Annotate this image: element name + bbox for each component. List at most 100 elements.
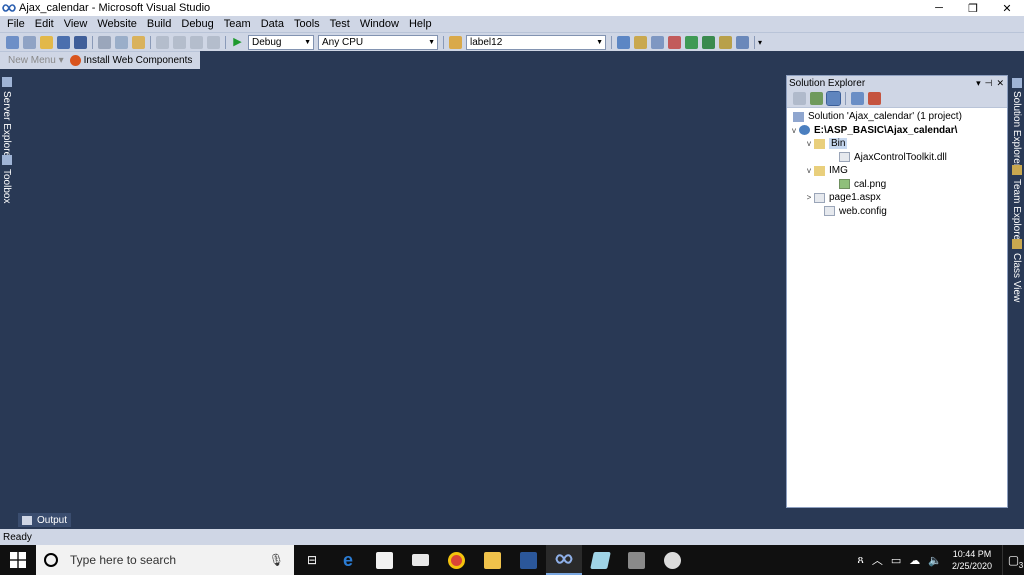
task-view-button[interactable]: ⊟ [294,545,330,575]
tree-item-webconfig[interactable]: web.config [787,205,1007,219]
output-tab[interactable]: Output [18,513,72,527]
close-panel-icon[interactable]: ✕ [996,78,1004,89]
start-button[interactable] [0,545,36,575]
undo-icon[interactable] [156,35,169,49]
class-view-tab[interactable]: Class View [1011,253,1022,302]
menu-team[interactable]: Team [219,18,256,30]
server-explorer-tab[interactable]: Server Explorer [1,91,12,160]
team-explorer-tab[interactable]: Team Explorer [1011,179,1022,243]
menu-view[interactable]: View [59,18,93,30]
close-button[interactable]: ✕ [990,0,1024,16]
tree-item-img-folder[interactable]: v IMG [787,164,1007,178]
new-menu-button[interactable]: New Menu ▾ [8,55,64,66]
find-combo[interactable]: label12 ▼ [466,34,606,50]
solution-icon [793,111,804,122]
add-item-icon[interactable] [23,35,36,49]
taskbar-app-tools[interactable] [618,545,654,575]
menu-debug[interactable]: Debug [176,18,218,30]
output-tab-label: Output [37,514,68,526]
solution-explorer-tab-icon [1012,78,1022,88]
auto-hide-pin-icon[interactable]: ⊣ [985,78,993,89]
taskbar-store[interactable] [366,545,402,575]
menu-edit[interactable]: Edit [30,18,59,30]
taskbar-app-paint[interactable] [654,545,690,575]
nest-related-files-icon[interactable] [851,92,864,105]
tree-item-bin-folder[interactable]: v Bin [787,137,1007,151]
properties-icon[interactable] [793,92,806,105]
refresh-icon[interactable] [810,92,823,105]
menu-help[interactable]: Help [404,18,437,30]
solution-configuration-select[interactable]: Debug ▼ [248,34,314,50]
menu-file[interactable]: File [2,18,30,30]
solution-explorer-icon[interactable] [617,35,630,49]
menu-data[interactable]: Data [256,18,289,30]
other-windows-icon[interactable] [736,35,749,49]
redo-icon[interactable] [173,35,186,49]
expand-toggle-icon[interactable]: v [804,166,814,175]
menu-test[interactable]: Test [325,18,355,30]
menu-tools[interactable]: Tools [289,18,325,30]
command-window-icon[interactable] [719,35,732,49]
tree-item-page1[interactable]: > page1.aspx [787,191,1007,205]
find-combo-value: label12 [470,36,503,48]
expand-toggle-icon[interactable]: v [789,126,799,135]
toolbar-options-icon[interactable]: ▾ [758,38,762,47]
show-all-files-icon[interactable] [826,91,841,106]
navigate-backward-icon[interactable] [190,35,203,49]
menu-website[interactable]: Website [92,18,142,30]
tree-item-dll[interactable]: AjaxControlToolkit.dll [787,151,1007,165]
action-center-button[interactable]: ▢ 3 [1002,545,1024,575]
tree-item-label: page1.aspx [829,192,881,204]
store-icon [375,551,393,569]
menu-window[interactable]: Window [355,18,404,30]
copy-icon[interactable] [115,35,128,49]
error-list-icon[interactable] [702,35,715,49]
tree-item-solution[interactable]: Solution 'Ajax_calendar' (1 project) [787,110,1007,124]
taskbar-app-notes[interactable] [582,545,618,575]
minimize-button[interactable]: ─ [922,0,956,16]
expand-toggle-icon[interactable]: v [804,139,814,148]
tree-item-cal-png[interactable]: cal.png [787,178,1007,192]
taskbar-visual-studio[interactable] [546,545,582,575]
taskbar-clock[interactable]: 10:44 PM 2/25/2020 [952,548,992,572]
view-in-browser-icon[interactable] [868,92,881,105]
tree-item-label: IMG [829,165,848,177]
paste-icon[interactable] [132,35,145,49]
save-all-icon[interactable] [74,35,87,49]
find-in-files-icon[interactable] [449,35,462,49]
window-position-icon[interactable]: ▾ [976,78,981,89]
toolbox-icon[interactable] [668,35,681,49]
tree-item-website[interactable]: v E:\ASP_BASIC\Ajax_calendar\ [787,124,1007,138]
taskbar-file-explorer[interactable] [474,545,510,575]
cut-icon[interactable] [98,35,111,49]
microphone-icon[interactable]: 🎙 [269,553,284,567]
taskbar-word[interactable] [510,545,546,575]
volume-icon[interactable]: 🔈 [928,554,942,567]
expand-toggle-icon[interactable]: > [804,193,814,202]
toolbox-tab[interactable]: Toolbox [1,169,12,203]
solution-explorer-header: Solution Explorer ▾ ⊣ ✕ [787,76,1007,90]
show-hidden-icons-chevron-icon[interactable]: ︿ [872,552,883,568]
battery-icon[interactable]: ▭ [891,554,901,567]
start-page-icon[interactable] [685,35,698,49]
taskbar-search-box[interactable]: Type here to search 🎙 [36,545,294,575]
taskbar-chrome[interactable] [438,545,474,575]
start-debugging-icon[interactable]: ▶ [231,36,244,49]
object-browser-icon[interactable] [651,35,664,49]
properties-icon[interactable] [634,35,647,49]
toolbox-tab-icon [2,155,12,165]
title-bar: Ajax_calendar - Microsoft Visual Studio … [0,0,1024,16]
taskbar-edge[interactable]: e [330,545,366,575]
taskbar-mail[interactable] [402,545,438,575]
save-icon[interactable] [57,35,70,49]
solution-platform-select[interactable]: Any CPU ▼ [318,34,438,50]
solution-explorer-tab[interactable]: Solution Explorer [1011,91,1022,167]
people-icon[interactable]: ጸ [857,554,863,567]
open-folder-icon[interactable] [40,35,53,49]
install-web-components-button[interactable]: Install Web Components [69,55,192,66]
restore-button[interactable]: ❐ [956,0,990,16]
menu-build[interactable]: Build [142,18,176,30]
onedrive-icon[interactable]: ☁ [909,554,920,567]
navigate-forward-icon[interactable] [207,35,220,49]
new-project-icon[interactable] [6,35,19,49]
